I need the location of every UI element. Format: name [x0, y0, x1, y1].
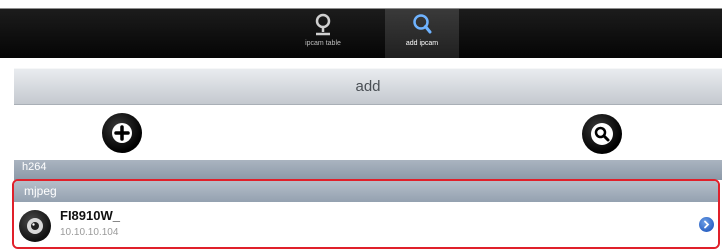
tab-add-ipcam[interactable]: add ipcam: [385, 9, 459, 58]
disclosure-arrow-icon[interactable]: [699, 217, 714, 232]
section-header-h264: h264: [14, 160, 722, 180]
tab-label: add ipcam: [405, 40, 439, 47]
plus-circle-icon: [112, 123, 132, 143]
camera-name: FI8910W_: [60, 208, 120, 223]
camera-pin-icon: [315, 13, 331, 36]
search-icon: [413, 14, 432, 34]
section-label: mjpeg: [24, 184, 57, 198]
tab-ipcam-table[interactable]: ipcam table: [286, 9, 360, 58]
camera-list-item[interactable]: FI8910W_ 10.10.10.104: [14, 202, 718, 247]
highlight-box: mjpeg FI8910W_ 10.10.10.104: [12, 179, 720, 249]
webcam-icon: [19, 210, 51, 242]
search-camera-button[interactable]: [582, 114, 622, 154]
add-camera-button[interactable]: [102, 113, 142, 153]
tab-label: ipcam table: [305, 40, 341, 47]
search-circle-icon: [591, 123, 613, 145]
add-title: add: [355, 78, 381, 95]
tab-bar: ipcam table add ipcam: [0, 0, 722, 58]
section-header-mjpeg: mjpeg: [14, 181, 718, 202]
camera-ip: 10.10.10.104: [60, 227, 119, 238]
chevron-right-icon: [704, 220, 710, 229]
webcam-lens-icon: [27, 218, 43, 234]
section-label: h264: [22, 161, 47, 173]
add-header-bar: add: [14, 68, 722, 105]
